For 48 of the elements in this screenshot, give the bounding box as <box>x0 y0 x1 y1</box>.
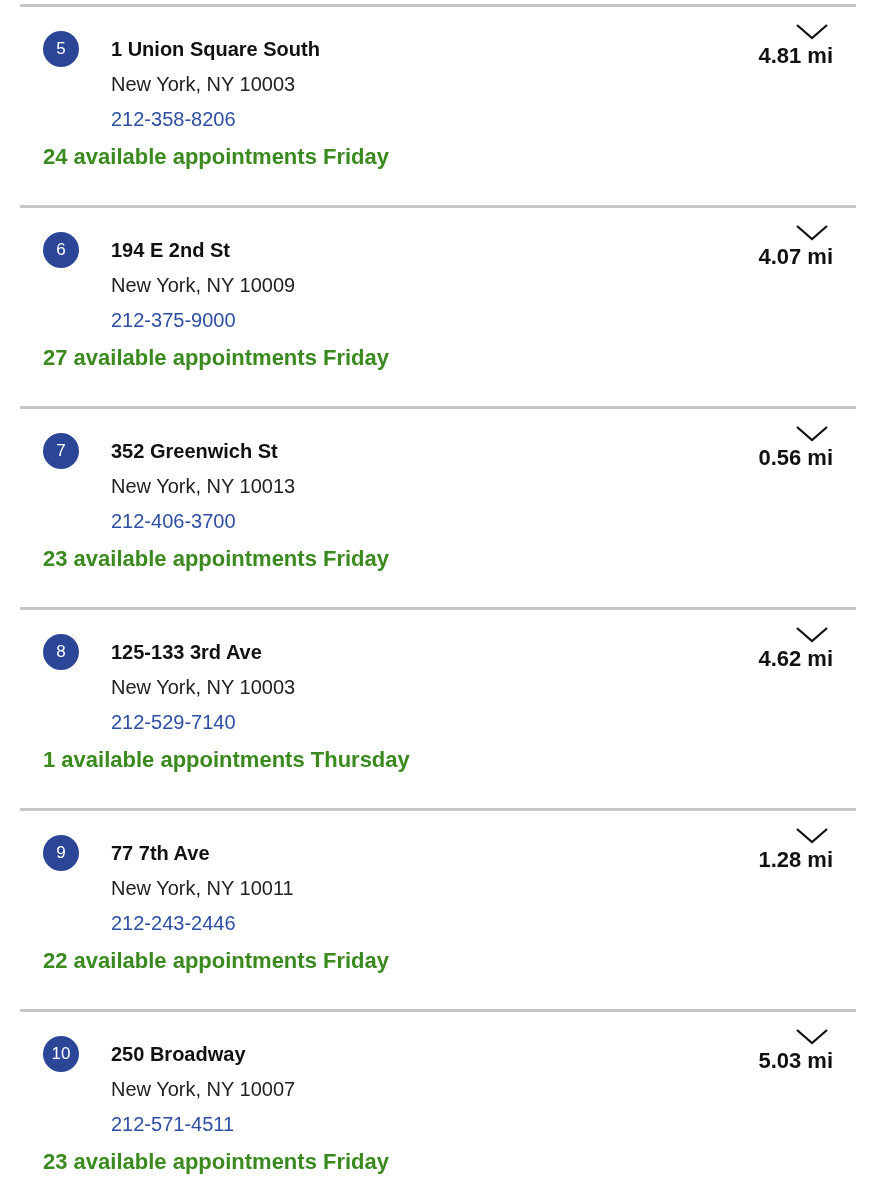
chevron-down-icon <box>795 224 829 242</box>
availability-text: 22 available appointments Friday <box>43 948 389 974</box>
phone-link[interactable]: 212-358-8206 <box>111 102 236 137</box>
expand-toggle[interactable] <box>795 626 829 644</box>
city-state-zip: New York, NY 10013 <box>111 474 296 499</box>
phone-link[interactable]: 212-571-4511 <box>111 1107 235 1142</box>
distance: 4.62 mi <box>758 646 833 672</box>
location-number: 7 <box>43 433 79 469</box>
distance: 1.28 mi <box>758 847 833 873</box>
location-number: 5 <box>43 31 79 67</box>
distance: 0.56 mi <box>758 445 833 471</box>
availability-text: 1 available appointments Thursday <box>43 747 410 773</box>
street-address: 250 Broadway <box>111 1042 246 1067</box>
expand-toggle[interactable] <box>795 224 829 242</box>
chevron-down-icon <box>795 23 829 41</box>
phone-link[interactable]: 212-529-7140 <box>111 705 236 740</box>
distance: 4.07 mi <box>758 244 833 270</box>
city-state-zip: New York, NY 10007 <box>111 1077 296 1102</box>
availability-text: 27 available appointments Friday <box>43 345 389 371</box>
expand-toggle[interactable] <box>795 827 829 845</box>
phone-link[interactable]: 212-406-3700 <box>111 504 236 539</box>
city-state-zip: New York, NY 10009 <box>111 273 296 298</box>
location-number: 9 <box>43 835 79 871</box>
city-state-zip: New York, NY 10003 <box>111 675 296 700</box>
availability-text: 24 available appointments Friday <box>43 144 389 170</box>
distance: 4.81 mi <box>758 43 833 69</box>
phone-link[interactable]: 212-375-9000 <box>111 303 236 338</box>
expand-toggle[interactable] <box>795 1028 829 1046</box>
availability-text: 23 available appointments Friday <box>43 1149 389 1175</box>
chevron-down-icon <box>795 827 829 845</box>
street-address: 125-133 3rd Ave <box>111 640 262 665</box>
street-address: 194 E 2nd St <box>111 238 230 263</box>
street-address: 77 7th Ave <box>111 841 210 866</box>
distance: 5.03 mi <box>758 1048 833 1074</box>
chevron-down-icon <box>795 626 829 644</box>
location-number: 8 <box>43 634 79 670</box>
location-number: 10 <box>43 1036 79 1072</box>
chevron-down-icon <box>795 1028 829 1046</box>
street-address: 1 Union Square South <box>111 37 320 62</box>
chevron-down-icon <box>795 425 829 443</box>
phone-link[interactable]: 212-243-2446 <box>111 906 236 941</box>
expand-toggle[interactable] <box>795 425 829 443</box>
city-state-zip: New York, NY 10011 <box>111 876 294 901</box>
street-address: 352 Greenwich St <box>111 439 278 464</box>
location-number: 6 <box>43 232 79 268</box>
availability-text: 23 available appointments Friday <box>43 546 389 572</box>
city-state-zip: New York, NY 10003 <box>111 72 296 97</box>
expand-toggle[interactable] <box>795 23 829 41</box>
